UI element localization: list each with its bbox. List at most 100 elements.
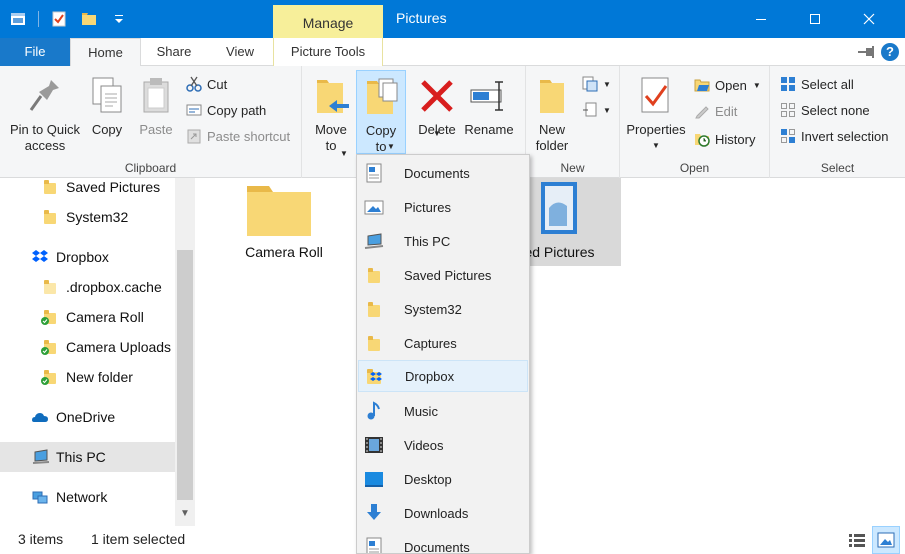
clipboard-group: Pin to Quick access Copy Paste Cut Copy …	[0, 66, 302, 178]
customize-chevron-icon[interactable]	[111, 11, 127, 27]
nav-item-onedrive[interactable]: OneDrive	[0, 402, 175, 432]
move-to-chevron-icon: ▼	[340, 149, 348, 158]
tab-file[interactable]: File	[0, 38, 70, 66]
new-item-button[interactable]: ▼	[582, 73, 611, 95]
new-folder-icon[interactable]	[81, 11, 97, 27]
menu-item-this-pc[interactable]: This PC	[358, 225, 528, 257]
menu-item-music[interactable]: Music	[358, 395, 528, 427]
explorer-window-icon[interactable]	[10, 11, 26, 27]
edit-label: Edit	[715, 103, 738, 119]
new-folder-button[interactable]: New folder	[530, 70, 574, 154]
menu-item-desktop[interactable]: Desktop	[358, 463, 528, 495]
copy-path-button[interactable]: Copy path	[186, 99, 266, 121]
invert-selection-button[interactable]: Invert selection	[780, 125, 888, 147]
tab-share[interactable]: Share	[141, 38, 207, 66]
downloads-icon	[364, 503, 384, 523]
music-icon	[364, 401, 384, 421]
tab-picture-tools[interactable]: Picture Tools	[273, 38, 383, 66]
menu-item-videos[interactable]: Videos	[358, 429, 528, 461]
nav-item-system32[interactable]: System32	[0, 202, 175, 232]
close-icon	[863, 13, 875, 25]
dropbox-icon	[32, 249, 48, 265]
paste-shortcut-button[interactable]: Paste shortcut	[186, 125, 290, 147]
menu-item-label: Documents	[404, 539, 470, 554]
maximize-icon	[810, 14, 820, 24]
select-none-button[interactable]: Select none	[780, 99, 870, 121]
details-view-icon[interactable]	[847, 530, 867, 550]
menu-item-label: System32	[404, 301, 462, 317]
history-button[interactable]: History	[694, 128, 755, 150]
network-icon	[32, 489, 48, 505]
menu-item-captures[interactable]: Captures	[358, 327, 528, 359]
new-group: New folder ▼ ▼ New	[526, 66, 620, 178]
paste-shortcut-label: Paste shortcut	[207, 128, 291, 144]
properties-button[interactable]: Properties ▼	[624, 70, 688, 150]
copy-button[interactable]: Copy	[86, 70, 128, 138]
nav-item-new-folder[interactable]: New folder	[0, 362, 175, 392]
cut-label: Cut	[207, 76, 228, 92]
large-icons-view-icon[interactable]	[872, 526, 900, 554]
nav-item-saved-pictures[interactable]: Saved Pictures	[0, 172, 175, 202]
invert-selection-label: Invert selection	[801, 128, 889, 144]
rename-button[interactable]: Rename	[462, 70, 516, 138]
nav-item-dropbox-cache[interactable]: .dropbox.cache	[0, 272, 175, 302]
nav-item-camera-uploads[interactable]: Camera Uploads	[0, 332, 175, 362]
nav-item-network[interactable]: Network	[0, 482, 175, 512]
nav-item-label: Camera Uploads	[66, 339, 172, 355]
move-to-button[interactable]: Move to ▼	[310, 70, 352, 158]
scroll-down-arrow-icon[interactable]: ▼	[175, 504, 195, 524]
picture-folder-icon	[537, 178, 601, 238]
select-all-button[interactable]: Select all	[780, 73, 854, 95]
select-none-label: Select none	[801, 102, 870, 118]
cut-button[interactable]: Cut	[186, 73, 227, 95]
open-button[interactable]: Open ▼	[694, 74, 761, 96]
folder-icon	[364, 333, 384, 353]
nav-item-this-pc[interactable]: This PC	[0, 442, 175, 472]
easy-access-button[interactable]: ▼	[582, 99, 611, 121]
edit-button[interactable]: Edit	[694, 100, 737, 122]
new-folder-label: New folder	[535, 122, 569, 153]
tab-manage[interactable]: Manage	[273, 5, 383, 38]
nav-item-label: Saved Pictures	[66, 179, 161, 195]
copy-to-button[interactable]: Copy to ▼	[356, 70, 406, 154]
easy-access-chevron-icon: ▼	[603, 105, 611, 115]
nav-scrollbar[interactable]: ▼	[175, 178, 195, 526]
menu-item-documents[interactable]: Documents	[358, 157, 528, 189]
properties-icon	[636, 74, 676, 118]
tab-view[interactable]: View	[207, 38, 273, 66]
maximize-button[interactable]	[792, 0, 838, 38]
pin-ribbon-icon[interactable]	[858, 44, 876, 60]
tab-home[interactable]: Home	[70, 38, 141, 67]
nav-scrollbar-thumb[interactable]	[177, 250, 193, 500]
delete-button[interactable]: Delete ▼	[416, 70, 458, 138]
select-group: Select all Select none Invert selection …	[770, 66, 905, 178]
open-group: Properties ▼ Open ▼ Edit History Open	[620, 66, 770, 178]
menu-item-saved-pictures[interactable]: Saved Pictures	[358, 259, 528, 291]
copy-to-label: Copy to	[365, 123, 397, 154]
history-label: History	[715, 131, 756, 147]
new-group-label: New	[560, 161, 585, 175]
menu-item-pictures[interactable]: Pictures	[358, 191, 528, 223]
nav-item-camera-roll[interactable]: Camera Roll	[0, 302, 175, 332]
menu-item-downloads[interactable]: Downloads	[358, 497, 528, 529]
pin-icon	[25, 74, 65, 118]
menu-item-label: Dropbox	[405, 368, 455, 384]
properties-icon[interactable]	[51, 11, 67, 27]
delete-x-icon	[417, 74, 457, 118]
menu-item-dropbox[interactable]: Dropbox	[358, 360, 528, 392]
menu-item-documents-2[interactable]: Documents	[358, 531, 528, 554]
paste-button[interactable]: Paste	[134, 70, 178, 138]
select-none-icon	[780, 102, 796, 118]
file-item-camera-roll[interactable]: Camera Roll	[219, 178, 349, 266]
menu-item-label: Captures	[404, 335, 457, 351]
copy-path-icon	[186, 102, 202, 118]
nav-item-dropbox[interactable]: Dropbox	[0, 242, 175, 272]
nav-item-label: .dropbox.cache	[66, 279, 162, 295]
help-button[interactable]: ?	[881, 43, 899, 61]
copy-label: Copy	[91, 122, 123, 137]
rename-label: Rename	[464, 122, 514, 137]
pin-to-quick-access-button[interactable]: Pin to Quick access	[4, 70, 86, 154]
minimize-button[interactable]	[738, 0, 784, 38]
close-button[interactable]	[846, 0, 892, 38]
menu-item-system32[interactable]: System32	[358, 293, 528, 325]
